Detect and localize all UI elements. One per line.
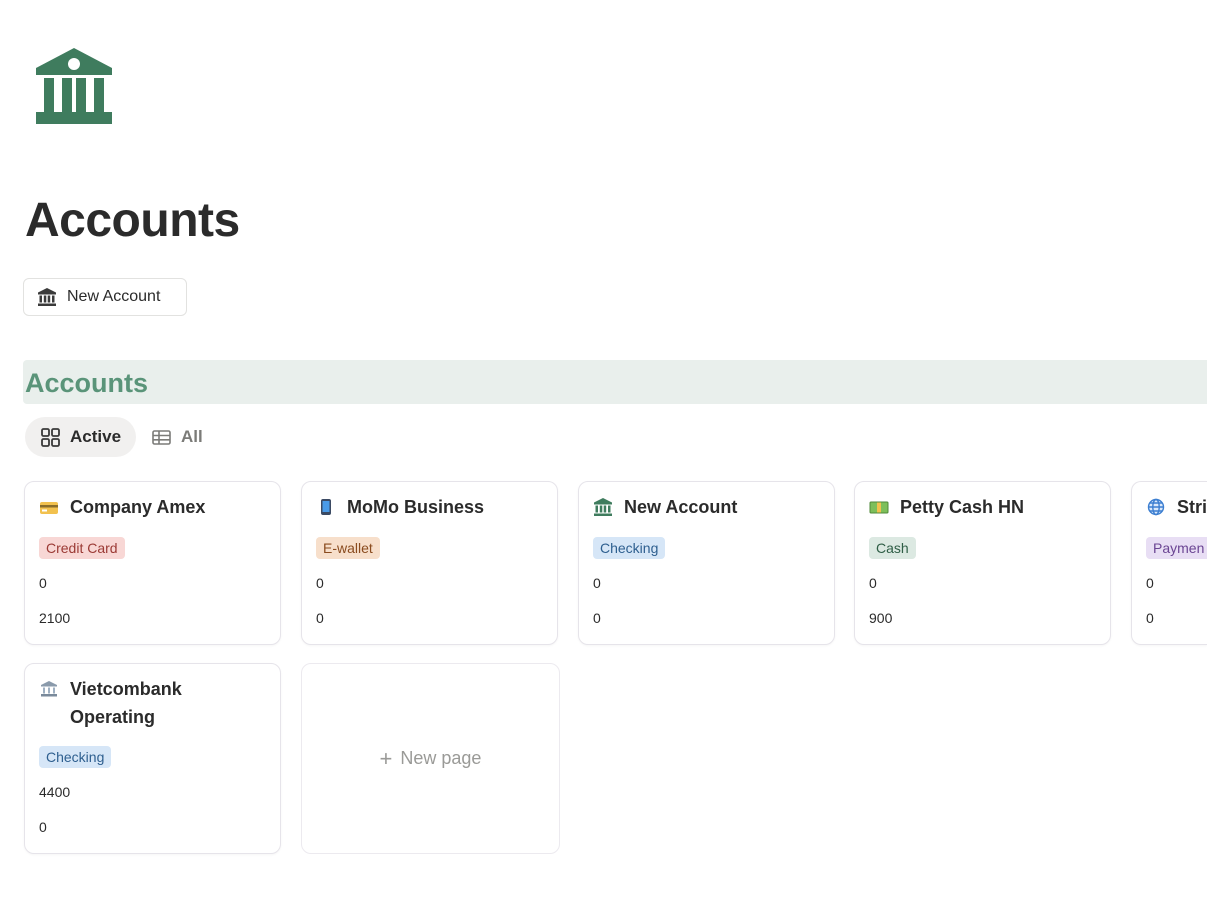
gallery-icon [41, 427, 60, 447]
card-value-2: 0 [39, 819, 47, 835]
card-value-1: 0 [316, 575, 324, 591]
card-value-1: 0 [869, 575, 877, 591]
money-icon [869, 497, 889, 517]
tab-all-label: All [181, 427, 203, 446]
card-value-1: 0 [39, 575, 47, 591]
plus-icon: + [379, 745, 393, 771]
account-type-tag: Credit Card [39, 537, 125, 559]
tab-all[interactable]: All [144, 417, 218, 457]
card-title: Company Amex [70, 497, 206, 517]
bank-icon [36, 48, 112, 124]
account-type-tag: Cash [869, 537, 916, 559]
card-value-1: 0 [1146, 575, 1154, 591]
bank-icon [38, 288, 56, 306]
table-icon [152, 429, 171, 445]
account-type-tag: Checking [593, 537, 666, 559]
card-title-line-1: Vietcombank [70, 679, 182, 699]
card-title: New Account [624, 497, 738, 517]
account-type-tag: Paymen [1146, 537, 1207, 559]
card-value-2: 0 [1146, 610, 1154, 626]
account-card-petty-cash-hn[interactable]: Petty Cash HN Cash 0 900 [854, 481, 1111, 645]
new-page-button[interactable]: + New page [301, 663, 560, 854]
view-tabs: Active All [25, 417, 218, 457]
account-card-company-amex[interactable]: Company Amex Credit Card 0 2100 [24, 481, 281, 645]
new-page-label: New page [400, 748, 482, 768]
account-type-tag: E-wallet [316, 537, 380, 559]
account-type-tag: Checking [39, 746, 112, 768]
account-card-new-account[interactable]: New Account Checking 0 0 [578, 481, 835, 645]
card-value-2: 900 [869, 610, 893, 626]
card-title-line-2: Operating [70, 707, 156, 727]
bank-icon [593, 497, 613, 517]
card-value-2: 0 [316, 610, 324, 626]
new-account-label: New Account [67, 288, 161, 305]
tab-active[interactable]: Active [25, 417, 137, 457]
card-title: Stri [1177, 497, 1207, 517]
new-account-button[interactable]: New Account [23, 278, 187, 316]
database-title[interactable]: Accounts [25, 367, 148, 399]
account-card-stri[interactable]: Stri Paymen 0 0 [1131, 481, 1207, 645]
mobile-phone-icon [316, 497, 336, 517]
page-title: Accounts [25, 194, 240, 247]
classical-building-icon [39, 679, 59, 699]
card-value-1: 4400 [39, 784, 71, 800]
card-value-2: 2100 [39, 610, 71, 626]
card-title: MoMo Business [347, 497, 485, 517]
globe-icon [1146, 497, 1166, 517]
card-value-2: 0 [593, 610, 601, 626]
card-title: Vietcombank Operating [70, 675, 182, 731]
database-header: Accounts [23, 360, 1207, 404]
card-title: Petty Cash HN [900, 497, 1025, 517]
card-value-1: 0 [593, 575, 601, 591]
account-card-momo-business[interactable]: MoMo Business E-wallet 0 0 [301, 481, 558, 645]
tab-active-label: Active [70, 427, 122, 446]
account-card-vietcombank-operating[interactable]: Vietcombank Operating Checking 4400 0 [24, 663, 281, 854]
credit-card-icon [39, 497, 59, 517]
